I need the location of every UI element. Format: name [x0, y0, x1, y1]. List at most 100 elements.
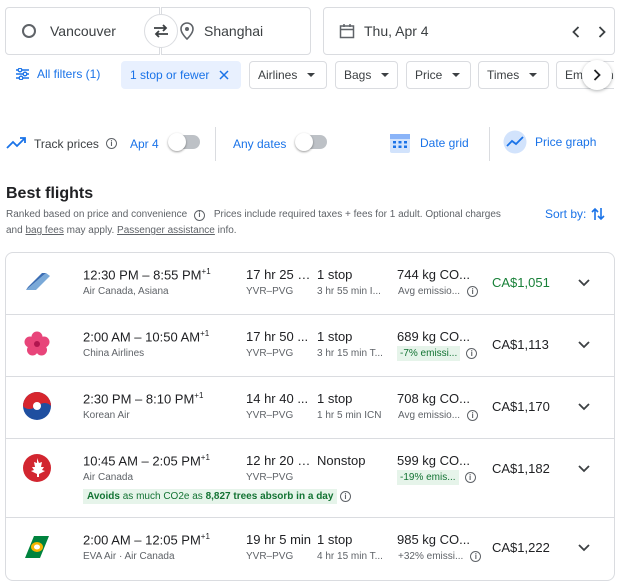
emissions-value: 744 kg CO...	[397, 267, 470, 282]
eva-air-logo	[25, 536, 49, 558]
tune-icon	[16, 68, 29, 80]
korean-air-logo	[23, 392, 51, 420]
sort-by-label: Sort by:	[545, 207, 587, 221]
date-grid-button[interactable]: Date grid	[389, 132, 469, 154]
ranked-text: Ranked based on price and convenience	[6, 209, 188, 220]
next-date-button[interactable]	[594, 24, 610, 40]
origin-field[interactable]: Vancouver	[5, 7, 160, 55]
bags-filter-label: Bags	[344, 68, 372, 82]
flight-results-list: 12:30 PM – 8:55 PM+1 Air Canada, Asiana …	[5, 252, 615, 581]
emissions-value: 599 kg CO...	[397, 453, 470, 468]
chevron-down-icon[interactable]	[577, 399, 591, 413]
dropdown-caret-icon	[307, 73, 316, 77]
airlines-filter-chip[interactable]: Airlines	[249, 61, 327, 89]
emissions-note: +32% emissi... i	[397, 549, 482, 564]
bags-filter-chip[interactable]: Bags	[335, 61, 398, 89]
times-filter-chip[interactable]: Times	[478, 61, 549, 89]
emissions-value: 985 kg CO...	[397, 532, 470, 547]
flight-duration: 17 hr 50 ...	[246, 329, 309, 344]
any-dates-toggle[interactable]	[295, 133, 327, 151]
flight-times: 2:30 PM – 8:10 PM+1	[83, 391, 204, 407]
flight-route: YVR–PVG	[246, 286, 294, 297]
trending-icon	[6, 137, 26, 149]
destination-value: Shanghai	[204, 23, 264, 39]
all-filters-button[interactable]: All filters (1)	[16, 67, 100, 81]
china-airlines-logo	[24, 331, 50, 356]
flight-route: YVR–PVG	[246, 348, 294, 359]
price-graph-button[interactable]: Price graph	[503, 130, 596, 154]
track-date-label: Apr 4	[130, 137, 159, 151]
scroll-filters-right-button[interactable]	[582, 60, 612, 90]
info-icon[interactable]: i	[467, 410, 479, 421]
info-text: info.	[217, 225, 237, 236]
chevron-right-icon	[598, 26, 606, 38]
info-icon[interactable]: i	[340, 491, 351, 502]
divider	[489, 127, 490, 161]
flight-stops: 1 stop	[317, 532, 353, 547]
flight-row[interactable]: 2:00 AM – 12:05 PM+1 EVA Air · Air Canad…	[6, 518, 614, 580]
flight-price: CA$1,113	[492, 337, 549, 352]
flight-row[interactable]: 10:45 AM – 2:05 PM+1 Air Canada 12 hr 20…	[6, 439, 614, 518]
chevron-down-icon[interactable]	[577, 461, 591, 475]
info-icon[interactable]: i	[106, 138, 117, 149]
times-filter-label: Times	[487, 68, 520, 82]
flight-duration: 17 hr 25 min	[246, 267, 318, 282]
track-date-toggle[interactable]	[168, 133, 200, 151]
any-dates-label: Any dates	[233, 137, 287, 151]
origin-circle-icon	[22, 24, 36, 38]
ranking-note: Ranked based on price and convenience i …	[6, 207, 536, 239]
price-tracking-bar: Track prices i Apr 4 Any dates Date grid…	[0, 127, 618, 161]
previous-date-button[interactable]	[568, 24, 584, 40]
price-filter-chip[interactable]: Price	[406, 61, 471, 89]
date-field[interactable]: Thu, Apr 4	[323, 7, 615, 55]
flight-price: CA$1,051	[492, 275, 550, 290]
emissions-note: Avg emissio... i	[397, 284, 479, 299]
calendar-icon	[339, 24, 355, 39]
flight-row[interactable]: 2:00 AM – 10:50 AM+1 China Airlines 17 h…	[6, 315, 614, 377]
bag-fees-link[interactable]: bag fees	[25, 225, 63, 236]
co2-savings-badge: Avoids as much CO2e as 8,827 trees absor…	[83, 489, 338, 504]
passenger-assistance-link[interactable]: Passenger assistance	[117, 225, 215, 236]
divider	[215, 127, 216, 161]
emissions-value: 689 kg CO...	[397, 329, 470, 344]
chevron-right-icon	[593, 69, 601, 81]
flight-row[interactable]: 12:30 PM – 8:55 PM+1 Air Canada, Asiana …	[6, 253, 614, 315]
all-filters-label: All filters (1)	[37, 67, 101, 81]
flight-duration: 12 hr 20 m...	[246, 453, 318, 468]
info-icon[interactable]: i	[466, 348, 478, 359]
info-icon[interactable]: i	[467, 286, 479, 297]
swap-button[interactable]	[144, 14, 178, 48]
air-canada-logo	[23, 454, 51, 482]
dropdown-caret-icon	[529, 73, 538, 77]
flight-price: CA$1,222	[492, 540, 550, 555]
flight-row[interactable]: 2:30 PM – 8:10 PM+1 Korean Air 14 hr 40 …	[6, 377, 614, 439]
air-canada-asiana-logo	[26, 273, 50, 290]
flight-route: YVR–PVG	[246, 472, 294, 483]
info-icon[interactable]: i	[470, 551, 482, 562]
flight-price: CA$1,182	[492, 461, 550, 476]
swap-arrows-icon	[154, 24, 168, 38]
close-icon[interactable]	[219, 70, 229, 80]
flight-duration: 14 hr 40 ...	[246, 391, 309, 406]
chevron-down-icon[interactable]	[577, 540, 591, 554]
chevron-down-icon[interactable]	[577, 337, 591, 351]
airline-name: Korean Air	[83, 410, 130, 421]
flight-route: YVR–PVG	[246, 551, 294, 562]
stops-filter-chip[interactable]: 1 stop or fewer	[121, 61, 241, 89]
layover-info: 3 hr 55 min I...	[317, 286, 381, 297]
dropdown-caret-icon	[381, 73, 390, 77]
flight-stops: 1 stop	[317, 329, 353, 344]
info-icon[interactable]: i	[464, 472, 476, 483]
dropdown-caret-icon	[452, 73, 461, 77]
airline-name: Air Canada	[83, 472, 134, 483]
airlines-filter-label: Airlines	[258, 68, 298, 82]
destination-field[interactable]: Shanghai	[161, 7, 311, 55]
sort-by-button[interactable]: Sort by:	[545, 207, 605, 221]
chevron-down-icon[interactable]	[577, 275, 591, 289]
flight-route: YVR–PVG	[246, 410, 294, 421]
layover-info: 1 hr 5 min ICN	[317, 410, 382, 421]
origin-value: Vancouver	[50, 23, 116, 39]
info-icon[interactable]: i	[194, 209, 206, 221]
best-flights-heading: Best flights	[6, 185, 94, 202]
emissions-note: Avg emissio... i	[397, 408, 479, 423]
